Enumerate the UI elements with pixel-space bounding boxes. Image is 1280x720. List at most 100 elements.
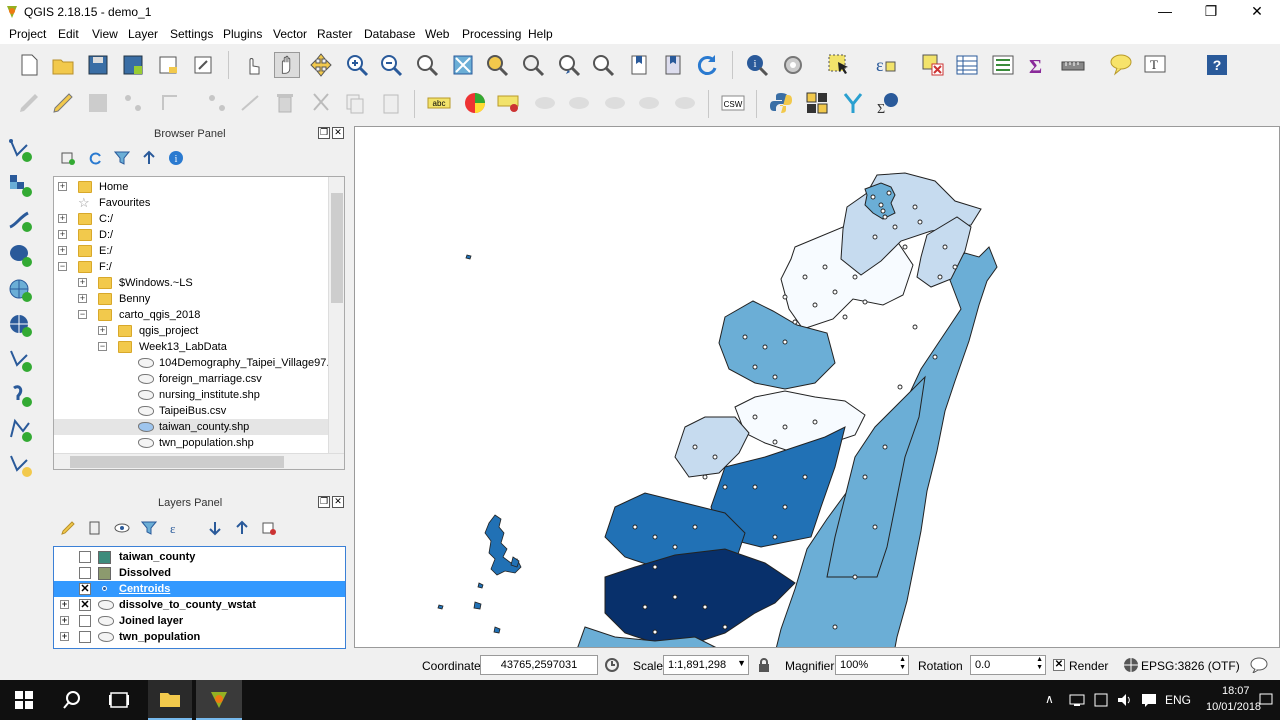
- open-layer-styling-icon[interactable]: [60, 520, 76, 536]
- notifications-icon[interactable]: [1258, 692, 1274, 708]
- menu-edit[interactable]: Edit: [58, 27, 79, 41]
- new-bookmark-icon[interactable]: [626, 52, 652, 78]
- select-by-expression-icon[interactable]: ε: [872, 52, 898, 78]
- filter-legend-icon[interactable]: [141, 520, 157, 536]
- layer-visibility-checkbox[interactable]: ✕: [79, 599, 91, 611]
- expand-icon[interactable]: +: [60, 632, 69, 641]
- move-label-icon[interactable]: [566, 90, 592, 116]
- coordinate-field[interactable]: 43765,2597031: [480, 655, 598, 675]
- touch-zoom-icon[interactable]: [240, 52, 266, 78]
- menu-settings[interactable]: Settings: [170, 27, 213, 41]
- expand-icon[interactable]: +: [78, 294, 87, 303]
- add-raster-layer-icon[interactable]: [7, 172, 33, 198]
- cut-features-icon[interactable]: [308, 90, 334, 116]
- clock-time[interactable]: 18:07: [1222, 685, 1250, 697]
- add-wfs-layer-icon[interactable]: [7, 347, 33, 373]
- add-feature-icon[interactable]: [120, 90, 146, 116]
- magnifier-spinbox[interactable]: 100% ▲ ▼: [835, 655, 909, 675]
- browser-item[interactable]: + $Windows.~LS: [54, 275, 328, 291]
- menu-view[interactable]: View: [92, 27, 118, 41]
- expand-icon[interactable]: +: [58, 182, 67, 191]
- layer-diagram-icon[interactable]: [462, 90, 488, 116]
- expand-icon[interactable]: +: [58, 230, 67, 239]
- expand-icon[interactable]: +: [58, 214, 67, 223]
- pan-to-selection-icon[interactable]: [308, 52, 334, 78]
- add-feature-dropdown-icon[interactable]: [158, 90, 184, 116]
- csw-icon[interactable]: CSW: [720, 90, 746, 116]
- layer-item[interactable]: taiwan_county: [54, 549, 345, 565]
- menu-plugins[interactable]: Plugins: [223, 27, 262, 41]
- browser-item[interactable]: ☆ Favourites: [54, 195, 328, 211]
- graphical-modeler-icon[interactable]: [840, 90, 866, 116]
- expand-icon[interactable]: +: [60, 616, 69, 625]
- layer-item[interactable]: + twn_population: [54, 629, 345, 645]
- open-attribute-table-icon[interactable]: [954, 52, 980, 78]
- change-label-icon[interactable]: [636, 90, 662, 116]
- crs-globe-icon[interactable]: [1123, 657, 1139, 673]
- expand-all-icon[interactable]: [207, 520, 223, 536]
- browser-vertical-scrollbar[interactable]: [328, 177, 344, 453]
- browser-panel-float-button[interactable]: ❐: [318, 127, 330, 139]
- show-hide-labels-icon[interactable]: [532, 90, 558, 116]
- collapse-all-layers-icon[interactable]: [234, 520, 250, 536]
- clock-date[interactable]: 10/01/2018: [1206, 701, 1261, 713]
- add-wms-layer-icon[interactable]: [7, 277, 33, 303]
- filter-by-expression-icon[interactable]: ε: [168, 520, 184, 536]
- zoom-to-layer-icon[interactable]: [520, 52, 546, 78]
- add-spatialite-layer-icon[interactable]: [7, 207, 33, 233]
- add-delimited-text-layer-icon[interactable]: [7, 382, 33, 408]
- messages-icon[interactable]: [1250, 657, 1268, 673]
- menu-project[interactable]: Project: [9, 27, 46, 41]
- collapse-icon[interactable]: −: [78, 310, 87, 319]
- copy-features-icon[interactable]: [342, 90, 368, 116]
- rotate-label-icon[interactable]: [602, 90, 628, 116]
- layers-panel-close-button[interactable]: ✕: [332, 496, 344, 508]
- maximize-button[interactable]: ❐: [1188, 0, 1234, 24]
- menu-database[interactable]: Database: [364, 27, 415, 41]
- browser-item[interactable]: 104Demography_Taipei_Village97.sl: [54, 355, 337, 371]
- lock-scale-icon[interactable]: [757, 657, 771, 673]
- browser-item[interactable]: + E:/: [54, 243, 328, 259]
- zoom-last-icon[interactable]: [556, 52, 582, 78]
- processing-toolbox-icon[interactable]: [804, 90, 830, 116]
- zoom-native-icon[interactable]: [414, 52, 440, 78]
- processing-results-icon[interactable]: Σ: [874, 90, 900, 116]
- layer-visibility-checkbox[interactable]: [79, 551, 91, 563]
- filter-browser-icon[interactable]: [114, 150, 130, 166]
- taskbar-file-explorer[interactable]: [148, 680, 192, 720]
- browser-item[interactable]: + qgis_project: [54, 323, 328, 339]
- task-view-icon[interactable]: [108, 690, 130, 710]
- layer-visibility-checkbox[interactable]: ✕: [79, 583, 91, 595]
- toggle-editing-icon[interactable]: [50, 90, 76, 116]
- add-vector-layer-icon[interactable]: [7, 137, 33, 163]
- browser-item[interactable]: twn_population.shp: [54, 435, 328, 451]
- browser-item[interactable]: foreign_marriage.csv: [54, 371, 328, 387]
- node-tool-icon[interactable]: [238, 90, 264, 116]
- browser-horizontal-scrollbar[interactable]: [54, 453, 344, 469]
- pan-map-icon[interactable]: [274, 52, 300, 78]
- statistical-summary-icon[interactable]: Σ: [1024, 52, 1050, 78]
- menu-vector[interactable]: Vector: [273, 27, 307, 41]
- expand-icon[interactable]: +: [60, 600, 69, 609]
- save-project-icon[interactable]: [85, 52, 111, 78]
- browser-panel-close-button[interactable]: ✕: [332, 127, 344, 139]
- new-project-icon[interactable]: [16, 52, 42, 78]
- close-button[interactable]: ✕: [1234, 0, 1280, 24]
- volume-icon[interactable]: [1116, 692, 1134, 708]
- pin-labels-icon[interactable]: [496, 90, 522, 116]
- layers-list[interactable]: taiwan_county Dissolved ✕ Centroids + ✕ dissol…: [53, 546, 346, 649]
- browser-item[interactable]: TaipeiBus.csv: [54, 403, 328, 419]
- toggle-extents-mouse-icon[interactable]: [604, 657, 620, 673]
- composer-manager-icon[interactable]: [190, 52, 216, 78]
- show-hidden-icons[interactable]: ∧: [1045, 692, 1054, 706]
- browser-item[interactable]: + Benny: [54, 291, 328, 307]
- add-selected-layers-icon[interactable]: [60, 150, 76, 166]
- render-checkbox[interactable]: ✕: [1053, 659, 1065, 671]
- scroll-thumb[interactable]: [331, 193, 343, 303]
- layer-visibility-checkbox[interactable]: [79, 615, 91, 627]
- menu-raster[interactable]: Raster: [317, 27, 352, 41]
- action-center-icon[interactable]: [1140, 692, 1158, 708]
- zoom-to-selection-icon[interactable]: [484, 52, 510, 78]
- collapse-icon[interactable]: −: [58, 262, 67, 271]
- current-edits-icon[interactable]: [16, 90, 42, 116]
